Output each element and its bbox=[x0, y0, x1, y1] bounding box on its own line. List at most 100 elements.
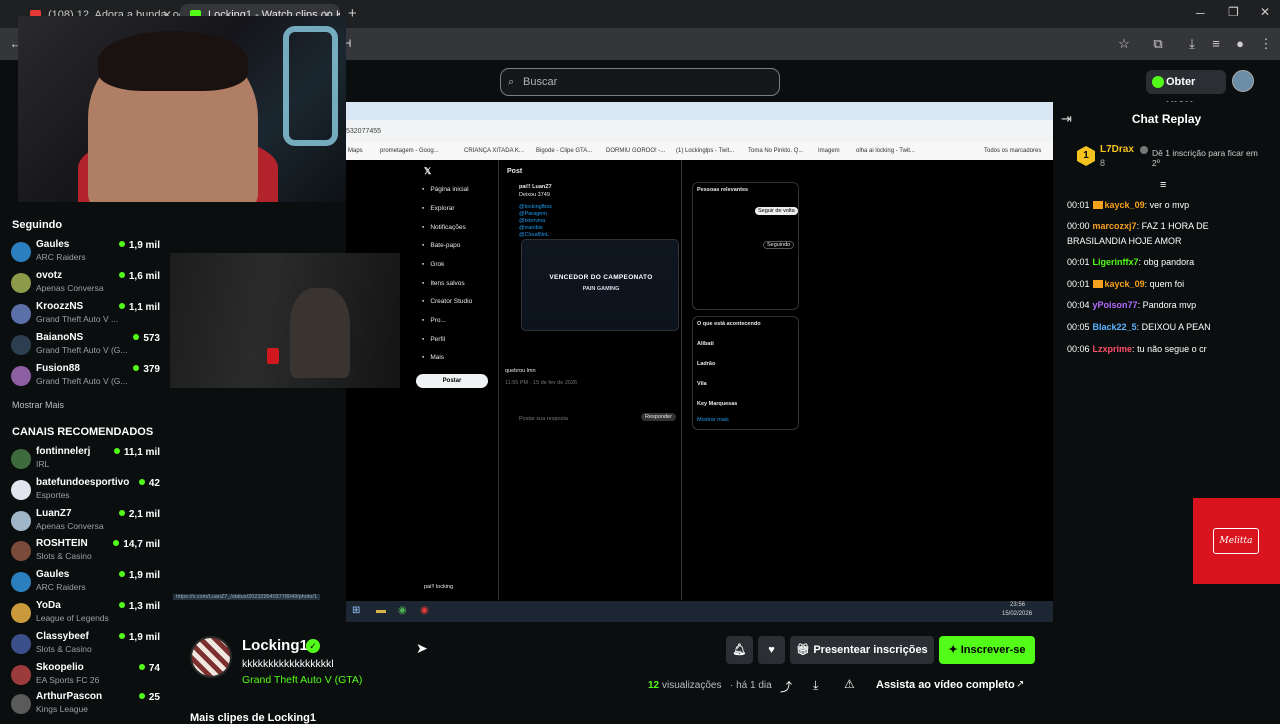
get-kicks-button[interactable]: Obter KICKs bbox=[1146, 70, 1226, 112]
bookmark-star-icon[interactable]: ☆ bbox=[1114, 34, 1134, 54]
avatar bbox=[11, 449, 31, 469]
chat-message: 00:01 kayck_09: ver o mvp bbox=[1067, 200, 1190, 210]
chat-username[interactable]: kayck_09 bbox=[1105, 200, 1145, 210]
maximize-icon[interactable]: ❐ bbox=[1228, 5, 1239, 19]
views-count: 12 bbox=[648, 680, 660, 691]
chat-username[interactable]: Lzxprime bbox=[1093, 344, 1133, 354]
melitta-ad[interactable]: Melitta bbox=[1193, 498, 1280, 584]
sidebar-channel-gaules-rec[interactable]: Gaules ARC Raiders 1,9 mil bbox=[8, 568, 164, 598]
chat-username[interactable]: kayck_09 bbox=[1105, 279, 1145, 289]
sidebar-channel-batefundoesportivo[interactable]: batefundoesportivo Esportes 42 bbox=[8, 476, 164, 506]
image-subtitle: PAIN GAMING bbox=[582, 286, 620, 292]
kick-coin-icon bbox=[1152, 76, 1164, 88]
channel-category: IRL bbox=[36, 459, 50, 469]
follow-back-button: Seguir de volta bbox=[755, 207, 798, 215]
following-button: Seguindo bbox=[763, 241, 795, 249]
report-icon[interactable]: ⚠ bbox=[844, 677, 855, 691]
chrome-icon: ◉ bbox=[398, 605, 407, 616]
chat-time: 00:06 bbox=[1067, 344, 1090, 354]
happening-box: O que está acontecendo Alibati Ladrão Vi… bbox=[692, 316, 799, 430]
following-title: Seguindo bbox=[12, 219, 63, 231]
chat-username[interactable]: Ligerinffx7 bbox=[1093, 257, 1139, 267]
x-logo-icon: 𝕏 bbox=[424, 166, 432, 176]
channel-name: Fusion88 bbox=[36, 363, 80, 374]
show-more-link[interactable]: Mostrar Mais bbox=[12, 400, 64, 410]
channel-avatar[interactable] bbox=[190, 636, 232, 678]
tweet-tag: @Paragem bbox=[519, 211, 547, 217]
chat-username[interactable]: marcozxj7 bbox=[1093, 221, 1137, 231]
sidebar-channel-skoopelio[interactable]: Skoopelio EA Sports FC 26 74 bbox=[8, 661, 164, 691]
gift-subs-button[interactable]: 🎁︎ Presentear inscrições bbox=[790, 636, 934, 664]
avatar bbox=[11, 541, 31, 561]
extensions-icon[interactable]: ⧉ bbox=[1148, 34, 1168, 54]
clip-age: · há 1 dia bbox=[730, 680, 772, 691]
viewer-count: 573 bbox=[133, 333, 160, 344]
top-gifter-name[interactable]: L7Drax bbox=[1100, 144, 1134, 155]
sidebar-channel-roshtein[interactable]: ROSHTEIN Slots & Casino 14,7 mil bbox=[8, 537, 164, 567]
gifter-cta[interactable]: Dê 1 inscrição para ficar em 2º bbox=[1152, 148, 1264, 168]
chat-username[interactable]: yPoison77 bbox=[1093, 300, 1138, 310]
relevant-people-box: Pessoas relevantes Seguir de volta Segui… bbox=[692, 182, 799, 310]
sidebar-channel-gaules[interactable]: Gaules ARC Raiders 1,9 mil bbox=[8, 238, 164, 268]
account-name: pai!! locking bbox=[424, 584, 454, 590]
subscribe-button[interactable]: ✦ Inscrever-se bbox=[939, 636, 1035, 664]
sidebar-channel-fusion88[interactable]: Fusion88 Grand Theft Auto V (G... 379 bbox=[8, 362, 164, 392]
viewer-count: 1,1 mil bbox=[119, 302, 160, 313]
avatar bbox=[11, 634, 31, 654]
pinned-toggle-icon[interactable]: ≡ bbox=[1160, 179, 1166, 191]
app-icon: ◉ bbox=[420, 605, 429, 616]
channel-category: Slots & Casino bbox=[36, 644, 92, 654]
file-explorer-icon: ▬ bbox=[376, 605, 386, 616]
sidebar-channel-luanz7[interactable]: LuanZ7 Apenas Conversa 2,1 mil bbox=[8, 507, 164, 537]
sidebar-channel-arthurpascon[interactable]: ArthurPascon Kings League 25 bbox=[8, 690, 164, 720]
chat-message: 00:05 Black22_5: DEIXOU A PEAN bbox=[1067, 322, 1211, 332]
chat-message: 00:00 marcozxj7: FAZ 1 HORA DE BRASILANDI… bbox=[1067, 221, 1209, 246]
media-icon[interactable]: ≡ bbox=[1206, 34, 1226, 54]
url-field[interactable]: 3KH bbox=[330, 33, 1130, 55]
close-window-icon[interactable]: ✕ bbox=[1260, 5, 1270, 19]
nav-item: Notificações bbox=[422, 224, 465, 231]
channel-name: KroozzNS bbox=[36, 301, 84, 312]
chat-text: tu não segue o cr bbox=[1137, 344, 1207, 354]
external-link-icon: ↗ bbox=[1016, 679, 1025, 690]
user-avatar[interactable] bbox=[1232, 70, 1254, 92]
subscribe-label: Inscrever-se bbox=[960, 644, 1026, 656]
new-tab-icon[interactable]: + bbox=[348, 5, 357, 22]
video-player[interactable]: 532077455 Maps prometagem - Goog... CRIA… bbox=[173, 102, 1053, 622]
sidebar-channel-yoda[interactable]: YoDa League of Legends 1,3 mil bbox=[8, 599, 164, 629]
channel-category: Grand Theft Auto V (G... bbox=[36, 376, 128, 386]
sidebar-channel-fontinnelerj[interactable]: fontinnelerj IRL 11,1 mil bbox=[8, 445, 164, 475]
menu-icon[interactable]: ⋮ bbox=[1256, 34, 1276, 54]
channel-name[interactable]: Locking1 bbox=[242, 637, 308, 654]
share-icon[interactable]: ⤴ bbox=[780, 678, 792, 695]
download-icon[interactable]: ⤓ bbox=[813, 678, 818, 693]
bookmark: prometagem - Goog... bbox=[380, 148, 439, 154]
avatar bbox=[11, 480, 31, 500]
windows-start-icon: ⊞ bbox=[352, 605, 361, 616]
notification-bell-button[interactable]: 🔔︎ bbox=[726, 636, 753, 664]
clip-category[interactable]: Grand Theft Auto V (GTA) bbox=[242, 674, 362, 686]
watch-full-video-link[interactable]: Assista ao vídeo completo bbox=[876, 679, 1015, 691]
download-icon[interactable]: ⤓ bbox=[1182, 34, 1202, 54]
channel-name: ArthurPascon bbox=[36, 691, 103, 702]
follow-heart-button[interactable]: ♥ bbox=[758, 636, 785, 664]
camera-red-cup bbox=[267, 348, 279, 364]
relevant-title: Pessoas relevantes bbox=[697, 187, 749, 193]
sidebar-channel-classybeef[interactable]: Classybeef Slots & Casino 1,9 mil bbox=[8, 630, 164, 660]
chat-username[interactable]: Black22_5 bbox=[1093, 322, 1137, 332]
avatar bbox=[11, 273, 31, 293]
sidebar-channel-baianons[interactable]: BaianoNS Grand Theft Auto V (G... 573 bbox=[8, 331, 164, 361]
profile-icon[interactable]: ● bbox=[1230, 34, 1250, 54]
viewer-count: 1,6 mil bbox=[119, 271, 160, 282]
nav-item: Perfil bbox=[422, 336, 445, 343]
trend: Key Marquesas bbox=[697, 401, 738, 407]
search-input[interactable]: ⌕ Buscar bbox=[500, 68, 780, 96]
minimize-icon[interactable]: ─ bbox=[1196, 6, 1205, 20]
channel-name: BaianoNS bbox=[36, 332, 84, 343]
tweet-tag: @rranibis bbox=[519, 225, 543, 231]
sidebar-channel-kroozzns[interactable]: KroozzNS Grand Theft Auto V ... 1,1 mil bbox=[8, 300, 164, 330]
viewer-count: 1,9 mil bbox=[119, 632, 160, 643]
sidebar-channel-ovotz[interactable]: ovotz Apenas Conversa 1,6 mil bbox=[8, 269, 164, 299]
taskbar-clock-date: 15/02/2026 bbox=[1002, 611, 1033, 617]
avatar bbox=[11, 304, 31, 324]
